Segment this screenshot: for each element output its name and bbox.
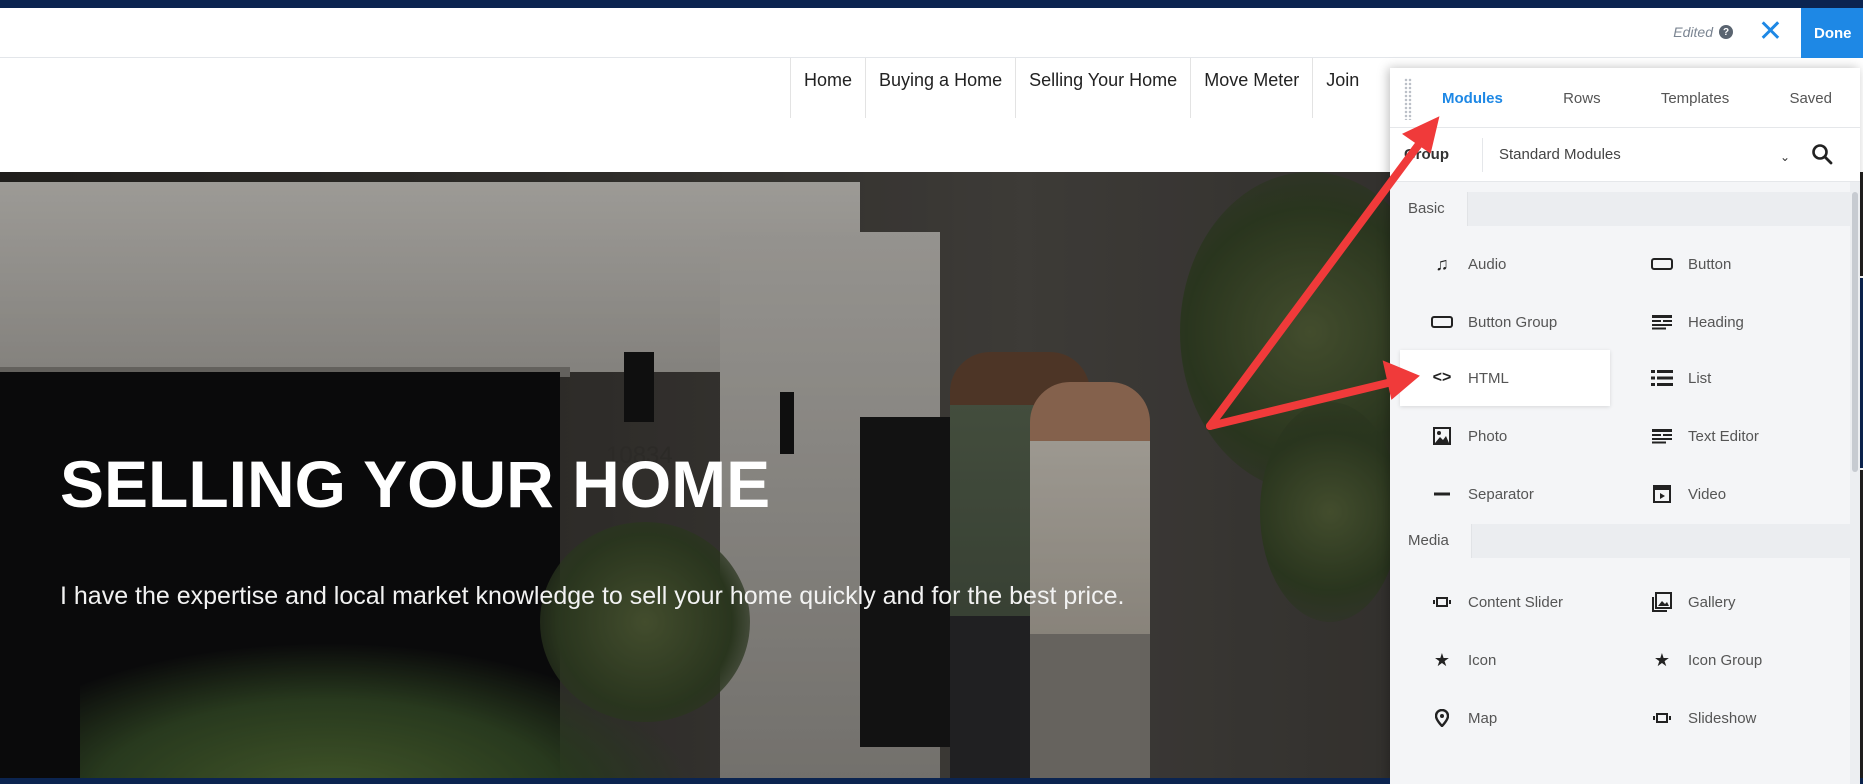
module-html[interactable]: <> HTML [1400, 350, 1610, 406]
module-icon[interactable]: ★ Icon [1390, 632, 1610, 688]
list-icon [1650, 368, 1674, 388]
slider-icon [1430, 592, 1454, 612]
section-basic: Basic [1390, 192, 1850, 226]
tab-templates[interactable]: Templates [1661, 68, 1729, 127]
panel-tabs: Modules Rows Templates Saved [1390, 68, 1860, 128]
module-button[interactable]: Button [1610, 236, 1830, 292]
code-icon: <> [1432, 369, 1452, 386]
module-button-group[interactable]: Button Group [1390, 294, 1610, 350]
star-icon: ★ [1653, 649, 1671, 670]
scroll-thumb[interactable] [1852, 192, 1858, 472]
hero-subtitle: I have the expertise and local market kn… [60, 582, 1125, 610]
module-label: Icon Group [1688, 651, 1763, 669]
module-heading[interactable]: Heading [1610, 294, 1830, 350]
section-media-label: Media [1390, 524, 1472, 558]
separator-icon [1430, 484, 1454, 504]
tab-rows[interactable]: Rows [1563, 68, 1601, 127]
video-icon [1650, 484, 1674, 504]
module-label: Video [1688, 485, 1727, 503]
module-content-slider[interactable]: Content Slider [1390, 574, 1610, 630]
module-text-editor[interactable]: Text Editor [1610, 408, 1830, 464]
nav-item-buying-a-home[interactable]: Buying a Home [865, 58, 1015, 118]
module-label: Content Slider [1468, 593, 1564, 611]
panel-scrollbar[interactable] [1850, 182, 1860, 784]
edited-status[interactable]: Edited ? [1673, 24, 1733, 40]
module-video[interactable]: Video [1610, 466, 1830, 522]
text-editor-icon [1650, 426, 1674, 446]
group-label: Group [1404, 146, 1449, 163]
module-list[interactable]: List [1610, 350, 1830, 406]
nav-item-selling-your-home[interactable]: Selling Your Home [1015, 58, 1190, 118]
module-label: Map [1468, 709, 1498, 727]
done-button[interactable]: Done [1801, 8, 1863, 58]
module-label: Separator [1468, 485, 1534, 503]
button-icon [1430, 312, 1454, 332]
module-gallery[interactable]: Gallery [1610, 574, 1830, 630]
module-panel[interactable]: Modules Rows Templates Saved Group Stand… [1390, 68, 1860, 784]
module-label: Button Group [1468, 313, 1558, 331]
module-label: Heading [1688, 313, 1744, 331]
module-label: Slideshow [1688, 709, 1757, 727]
hero-title: SELLING YOUR HOME [60, 447, 771, 521]
module-slideshow[interactable]: Slideshow [1610, 690, 1830, 746]
search-icon[interactable] [1810, 142, 1834, 166]
module-photo[interactable]: Photo [1390, 408, 1610, 464]
group-row: Group Standard Modules ⌄ [1390, 128, 1860, 182]
module-audio[interactable]: ♫ Audio [1390, 236, 1610, 292]
music-note-icon: ♫ [1435, 253, 1449, 274]
gallery-icon [1650, 592, 1674, 612]
edited-label: Edited [1673, 24, 1713, 40]
module-list[interactable]: Basic ♫ Audio Button Button Group Headin… [1390, 182, 1850, 784]
photo-icon [1430, 426, 1454, 446]
module-label: Button [1688, 255, 1732, 273]
module-map[interactable]: Map [1390, 690, 1610, 746]
button-icon [1650, 254, 1674, 274]
module-label: Text Editor [1688, 427, 1759, 445]
chevron-down-icon[interactable]: ⌄ [1780, 150, 1790, 164]
main-nav: Home Buying a Home Selling Your Home Mov… [790, 58, 1372, 118]
nav-item-join[interactable]: Join [1312, 58, 1372, 118]
group-select[interactable]: Standard Modules [1482, 138, 1782, 172]
module-separator[interactable]: Separator [1390, 466, 1610, 522]
builder-toolbar: Edited ? ✕ Done [0, 8, 1863, 58]
slider-icon [1650, 708, 1674, 728]
module-label: Gallery [1688, 593, 1736, 611]
module-label: List [1688, 369, 1712, 387]
section-media: Media [1390, 524, 1850, 558]
module-label: HTML [1468, 369, 1509, 387]
star-icon: ★ [1433, 649, 1451, 670]
heading-icon [1650, 312, 1674, 332]
module-label: Audio [1468, 255, 1507, 273]
help-icon[interactable]: ? [1719, 25, 1733, 39]
close-icon[interactable]: ✕ [1758, 16, 1783, 48]
screenshot-frame: Edited ? ✕ Done Home Buying a Home Selli… [0, 0, 1863, 784]
nav-item-home[interactable]: Home [790, 58, 865, 118]
section-basic-label: Basic [1390, 192, 1468, 226]
tab-modules[interactable]: Modules [1442, 68, 1503, 127]
drag-handle[interactable] [1404, 78, 1412, 120]
module-label: Photo [1468, 427, 1508, 445]
bottom-border [0, 778, 1390, 784]
tab-saved[interactable]: Saved [1789, 68, 1832, 127]
map-pin-icon [1430, 708, 1454, 728]
nav-item-move-meter[interactable]: Move Meter [1190, 58, 1312, 118]
module-label: Icon [1468, 651, 1497, 669]
module-icon-group[interactable]: ★ Icon Group [1610, 632, 1830, 688]
